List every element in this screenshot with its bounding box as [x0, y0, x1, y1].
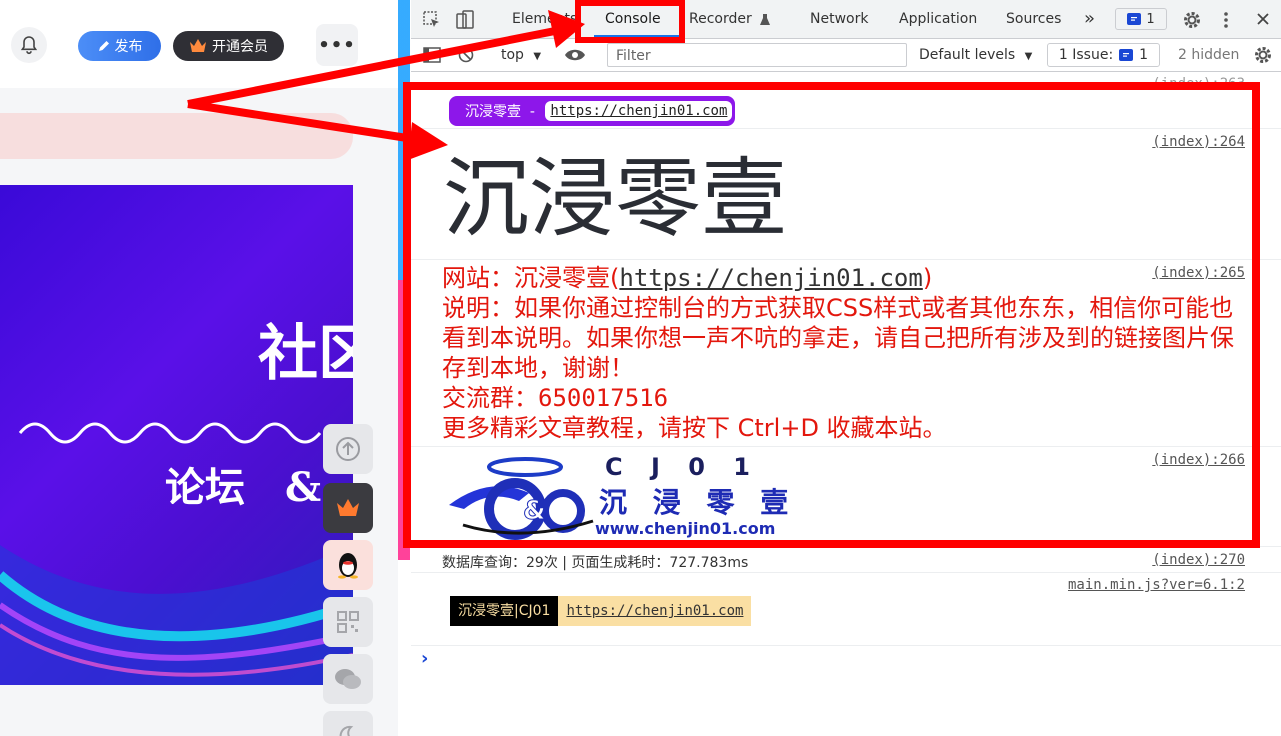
annotation-arrows: [187, 10, 585, 160]
